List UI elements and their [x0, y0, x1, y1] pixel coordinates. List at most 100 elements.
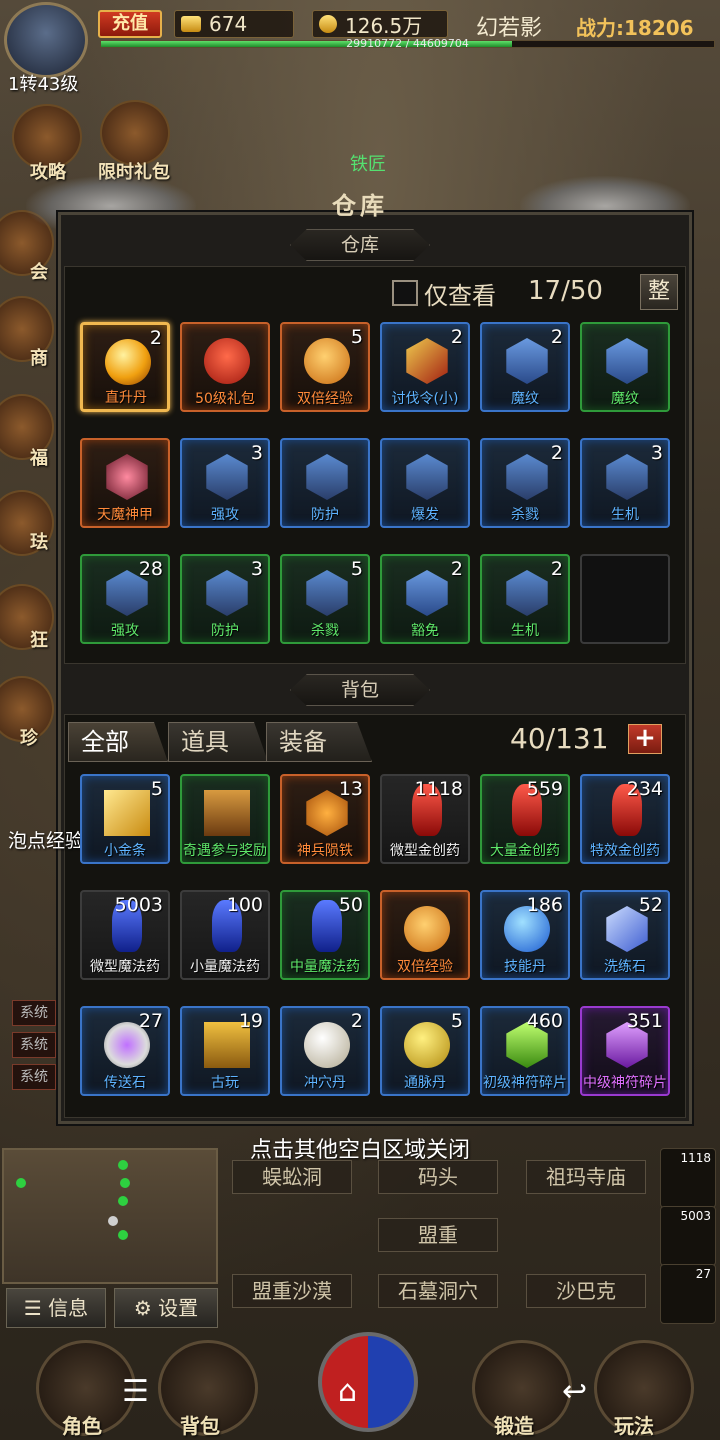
- map-place-zuma-temple[interactable]: 祖玛寺庙: [526, 1160, 646, 1194]
- item-name: 直升丹: [105, 390, 147, 406]
- item-name: 强攻: [111, 623, 139, 639]
- only-view-checkbox[interactable]: [392, 280, 418, 306]
- item-slot[interactable]: 2 生机: [480, 554, 570, 644]
- item-count: 100: [226, 894, 263, 916]
- item-slot[interactable]: 天魔神甲: [80, 438, 170, 528]
- rune-blade-icon: [506, 454, 548, 500]
- sort-button[interactable]: 整: [640, 274, 678, 310]
- exp-bar: 29910772 / 44609704: [100, 37, 715, 50]
- map-place-centipede-cave[interactable]: 蜈蚣洞: [232, 1160, 352, 1194]
- item-name: 微型金创药: [390, 843, 460, 859]
- recharge-button[interactable]: 充值: [98, 10, 162, 38]
- item-slot[interactable]: 28 强攻: [80, 554, 170, 644]
- gear-icon: ⚙: [133, 1296, 159, 1320]
- item-slot[interactable]: 魔纹: [580, 322, 670, 412]
- item-slot[interactable]: 2 讨伐令(小): [380, 322, 470, 412]
- player-avatar[interactable]: [4, 2, 88, 78]
- item-slot[interactable]: 防护: [280, 438, 370, 528]
- item-slot[interactable]: 2 豁免: [380, 554, 470, 644]
- armor-icon: [106, 454, 148, 500]
- minimap[interactable]: [2, 1148, 218, 1284]
- item-slot[interactable]: 50 中量魔法药: [280, 890, 370, 980]
- player-position-marker: [108, 1216, 118, 1226]
- blue-potion-icon: [312, 900, 342, 952]
- minimap-marker: [16, 1178, 26, 1188]
- map-place-mengzhong[interactable]: 盟重: [378, 1218, 498, 1252]
- item-slot[interactable]: 351 中级神符碎片: [580, 1006, 670, 1096]
- map-place-stone-tomb[interactable]: 石墓洞穴: [378, 1274, 498, 1308]
- settings-button[interactable]: ⚙ 设置: [114, 1288, 218, 1328]
- item-count: 1118: [414, 778, 463, 800]
- item-slot[interactable]: 2 魔纹: [480, 322, 570, 412]
- info-icon: ☰: [23, 1296, 49, 1320]
- gift-pack-button[interactable]: [100, 100, 170, 166]
- panel-title: 仓库: [332, 192, 388, 220]
- item-name: 天魔神甲: [97, 507, 153, 523]
- item-name: 双倍经验: [297, 391, 353, 407]
- tab-items[interactable]: 道具: [168, 722, 268, 762]
- tab-equipment[interactable]: 装备: [266, 722, 372, 762]
- item-slot[interactable]: 3 强攻: [180, 438, 270, 528]
- hp-mp-orb: [318, 1332, 418, 1432]
- tab-all[interactable]: 全部: [68, 722, 168, 762]
- system-menu-icon[interactable]: ☰: [122, 1374, 149, 1409]
- system-home-icon[interactable]: ⌂: [338, 1374, 357, 1409]
- rune-heart-icon: [606, 454, 648, 500]
- item-slot[interactable]: 460 初级神符碎片: [480, 1006, 570, 1096]
- item-slot[interactable]: 双倍经验: [380, 890, 470, 980]
- item-slot[interactable]: 13 神兵陨铁: [280, 774, 370, 864]
- ingot-counter: 674: [174, 10, 294, 38]
- item-slot[interactable]: 2 杀戮: [480, 438, 570, 528]
- system-log-2: 系统: [12, 1032, 56, 1058]
- item-slot[interactable]: 5 小金条: [80, 774, 170, 864]
- item-name: 初级神符碎片: [483, 1075, 567, 1091]
- rune-shield-icon: [406, 570, 448, 616]
- item-count: 5: [350, 326, 363, 348]
- item-slot[interactable]: 27 传送石: [80, 1006, 170, 1096]
- rune-armor-icon: [306, 454, 348, 500]
- item-slot[interactable]: 100 小量魔法药: [180, 890, 270, 980]
- item-count: 3: [250, 558, 263, 580]
- item-slot[interactable]: 2 冲穴丹: [280, 1006, 370, 1096]
- item-name: 小量魔法药: [190, 959, 260, 975]
- map-place-shabak[interactable]: 沙巴克: [526, 1274, 646, 1308]
- npc-blacksmith-label[interactable]: 铁匠: [350, 150, 386, 176]
- item-slot[interactable]: 5 双倍经验: [280, 322, 370, 412]
- item-slot[interactable]: 186 技能丹: [480, 890, 570, 980]
- item-slot[interactable]: 5003 微型魔法药: [80, 890, 170, 980]
- item-name: 50级礼包: [195, 391, 255, 407]
- item-slot[interactable]: 5 杀戮: [280, 554, 370, 644]
- expand-bag-button[interactable]: +: [628, 724, 662, 754]
- item-slot[interactable]: 3 生机: [580, 438, 670, 528]
- item-name: 生机: [511, 623, 539, 639]
- item-slot[interactable]: 234 特效金创药: [580, 774, 670, 864]
- golden-orb-icon: [105, 339, 151, 385]
- system-back-icon[interactable]: ↩: [562, 1374, 587, 1409]
- item-count: 351: [626, 1010, 663, 1032]
- item-slot[interactable]: 3 防护: [180, 554, 270, 644]
- item-slot[interactable]: 1118 微型金创药: [380, 774, 470, 864]
- item-count: 5: [150, 778, 163, 800]
- side-label-6: 珍: [20, 728, 38, 749]
- warehouse-capacity: 17/50: [528, 276, 603, 306]
- item-slot[interactable]: 5 通脉丹: [380, 1006, 470, 1096]
- item-slot[interactable]: 52 洗练石: [580, 890, 670, 980]
- item-name: 特效金创药: [590, 843, 660, 859]
- item-slot[interactable]: 559 大量金创药: [480, 774, 570, 864]
- item-slot[interactable]: 奇遇参与奖励: [180, 774, 270, 864]
- item-count: 13: [338, 778, 363, 800]
- quick-slot-mp-potion[interactable]: 5003: [660, 1206, 716, 1266]
- map-place-dock[interactable]: 码头: [378, 1160, 498, 1194]
- item-name: 奇遇参与奖励: [183, 843, 267, 859]
- quick-slot-teleport[interactable]: 27: [660, 1264, 716, 1324]
- pearl-icon: [304, 1022, 350, 1068]
- empty-slot[interactable]: [580, 554, 670, 644]
- item-slot[interactable]: 2 直升丹: [80, 322, 170, 412]
- item-slot[interactable]: 19 古玩: [180, 1006, 270, 1096]
- item-slot[interactable]: 50级礼包: [180, 322, 270, 412]
- info-button[interactable]: ☰ 信息: [6, 1288, 106, 1328]
- quick-slot-hp-potion[interactable]: 1118: [660, 1148, 716, 1208]
- item-slot[interactable]: 爆发: [380, 438, 470, 528]
- map-place-mengzhong-desert[interactable]: 盟重沙漠: [232, 1274, 352, 1308]
- character-label: 角色: [62, 1414, 102, 1438]
